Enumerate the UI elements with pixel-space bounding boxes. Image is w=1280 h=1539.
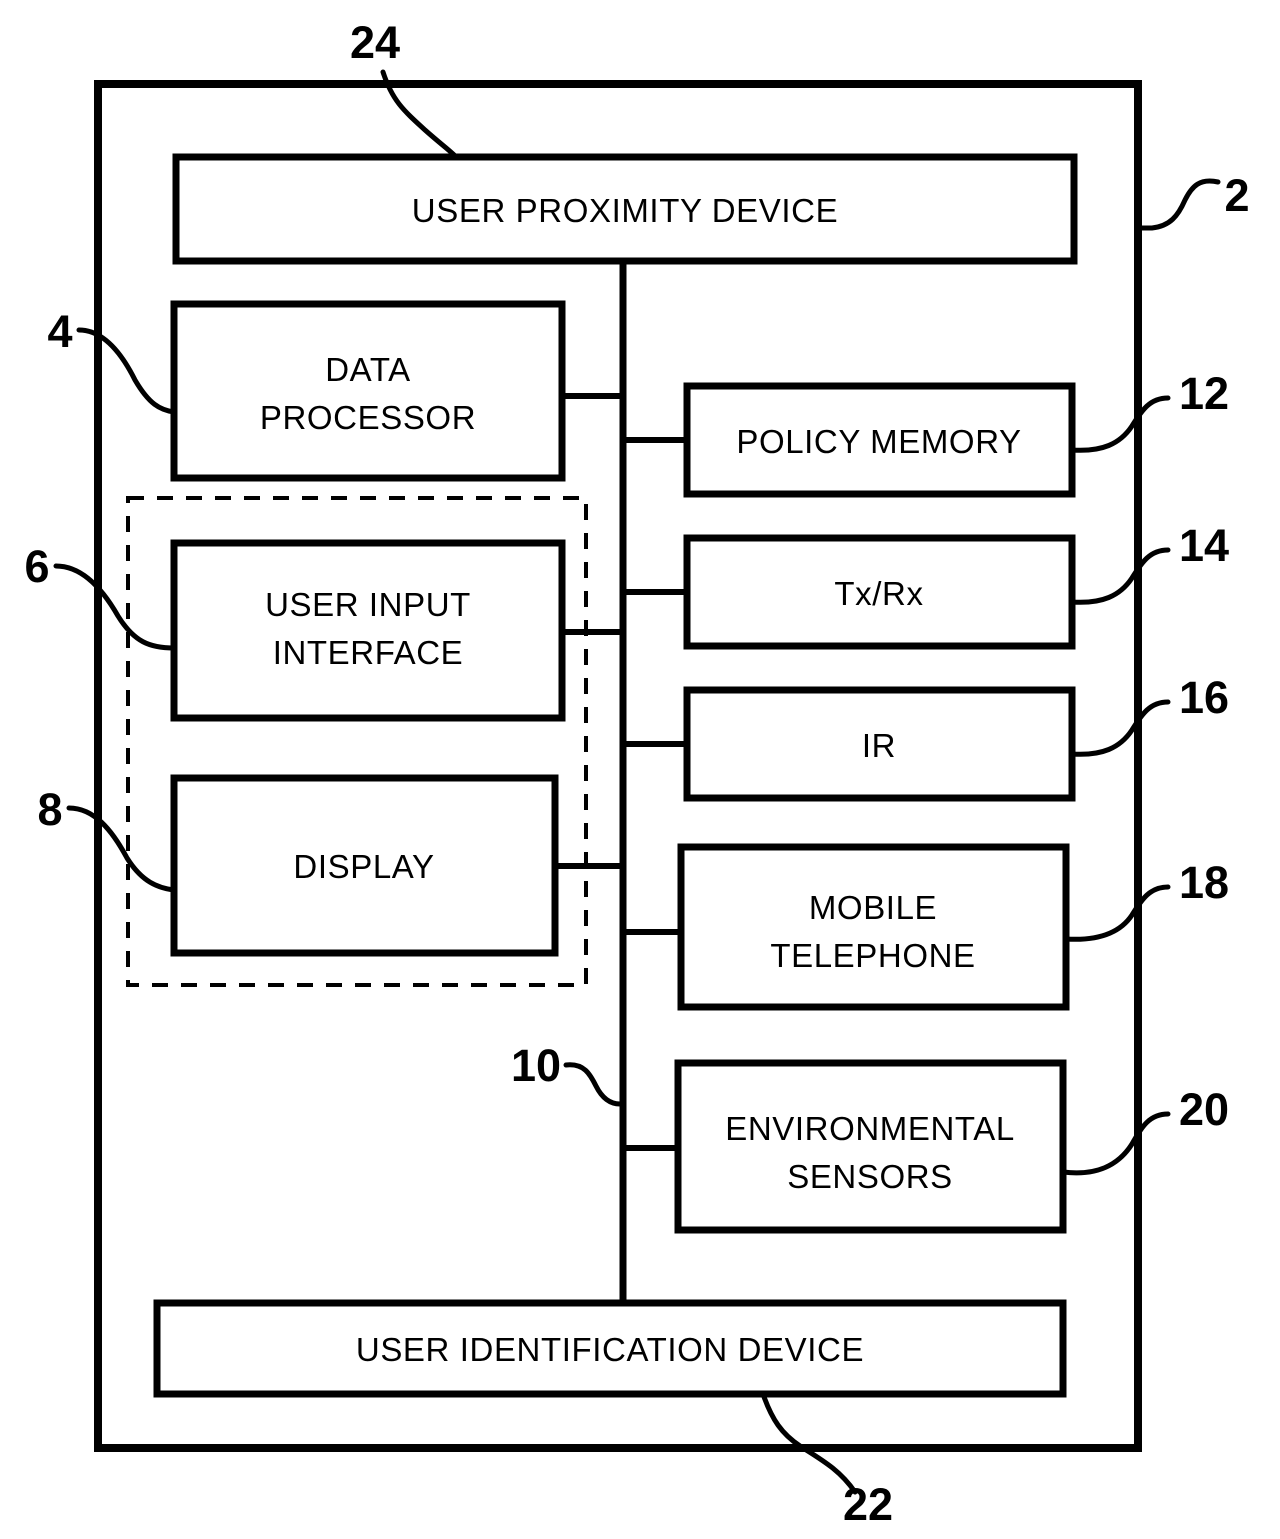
block-display[interactable]: DISPLAY (170, 774, 559, 957)
ref-numeral-16-group: 16 (1069, 672, 1229, 757)
ir-label: IR (862, 727, 896, 764)
ref-numeral-8-group: 8 (37, 784, 177, 893)
data-processor-label-line1: DATA (325, 351, 411, 388)
patent-figure: USER PROXIMITY DEVICE DATA PROCESSOR USE… (0, 0, 1280, 1539)
ref-numeral-14-group: 14 (1069, 520, 1229, 605)
block-mobile-telephone[interactable]: MOBILE TELEPHONE (677, 843, 1070, 1011)
ref-numeral-20: 20 (1179, 1084, 1229, 1135)
user-input-interface-box[interactable] (170, 539, 566, 722)
mobile-telephone-box[interactable] (677, 843, 1070, 1011)
data-processor-box[interactable] (170, 300, 566, 482)
ref-leader-20 (1060, 1111, 1171, 1176)
ref-leader-22 (760, 1391, 858, 1495)
ref-numeral-2-group: 2 (1137, 170, 1250, 231)
ref-leader-2 (1137, 178, 1221, 231)
ref-numeral-2: 2 (1224, 170, 1249, 221)
ref-leader-10 (563, 1062, 623, 1107)
block-user-identification-device[interactable]: USER IDENTIFICATION DEVICE (153, 1299, 1067, 1398)
display-label: DISPLAY (293, 848, 434, 885)
ref-leader-8 (66, 805, 177, 893)
environmental-sensors-label-line2: SENSORS (787, 1158, 953, 1195)
mobile-telephone-label-line1: MOBILE (809, 889, 937, 926)
ref-leader-18 (1063, 884, 1171, 942)
ref-leader-14 (1069, 547, 1171, 605)
data-processor-label-line2: PROCESSOR (260, 399, 476, 436)
block-ir[interactable]: IR (683, 686, 1076, 802)
user-proximity-device-label: USER PROXIMITY DEVICE (412, 192, 838, 229)
block-tx-rx[interactable]: Tx/Rx (683, 534, 1076, 650)
ref-leader-16 (1069, 699, 1171, 757)
policy-memory-label: POLICY MEMORY (736, 423, 1021, 460)
ref-numeral-12-group: 12 (1069, 368, 1229, 453)
ref-numeral-10-group: 10 (511, 1040, 623, 1107)
mobile-telephone-label-line2: TELEPHONE (770, 937, 975, 974)
environmental-sensors-label-line1: ENVIRONMENTAL (725, 1110, 1015, 1147)
ref-numeral-12: 12 (1179, 368, 1229, 419)
ref-leader-4 (76, 327, 177, 415)
ref-numeral-16: 16 (1179, 672, 1229, 723)
block-user-input-interface[interactable]: USER INPUT INTERFACE (170, 539, 566, 722)
ref-numeral-6: 6 (24, 541, 49, 592)
block-data-processor[interactable]: DATA PROCESSOR (170, 300, 566, 482)
ref-numeral-8: 8 (37, 784, 62, 835)
ref-numeral-4: 4 (47, 306, 72, 357)
ref-numeral-24: 24 (350, 17, 400, 68)
ref-numeral-14: 14 (1179, 520, 1229, 571)
ref-numeral-22-group: 22 (760, 1391, 893, 1530)
ref-numeral-4-group: 4 (47, 306, 177, 415)
ref-numeral-20-group: 20 (1060, 1084, 1229, 1176)
ref-leader-12 (1069, 395, 1171, 453)
ref-numeral-18: 18 (1179, 857, 1229, 908)
block-diagram-canvas: USER PROXIMITY DEVICE DATA PROCESSOR USE… (24, 17, 1250, 1530)
user-input-interface-label-line2: INTERFACE (273, 634, 464, 671)
block-environmental-sensors[interactable]: ENVIRONMENTAL SENSORS (674, 1059, 1067, 1234)
tx-rx-label: Tx/Rx (834, 575, 923, 612)
ref-leader-6 (53, 563, 177, 651)
block-policy-memory[interactable]: POLICY MEMORY (683, 382, 1076, 498)
ref-numeral-10: 10 (511, 1040, 561, 1091)
block-user-proximity-device[interactable]: USER PROXIMITY DEVICE (172, 153, 1078, 265)
user-input-interface-label-line1: USER INPUT (265, 586, 471, 623)
ref-numeral-18-group: 18 (1063, 857, 1229, 942)
user-identification-device-label: USER IDENTIFICATION DEVICE (356, 1331, 864, 1368)
